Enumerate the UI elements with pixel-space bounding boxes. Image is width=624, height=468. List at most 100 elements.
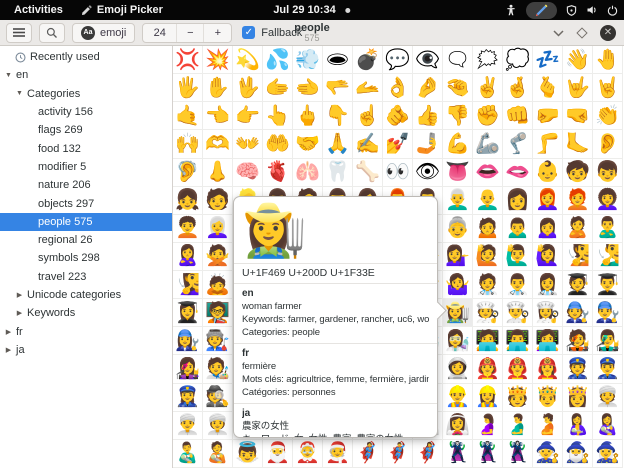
emoji-cell[interactable]: 👷‍♀️ (473, 384, 503, 412)
emoji-cell[interactable]: 👩‍🎤 (173, 355, 203, 383)
emoji-cell[interactable]: 🤝 (293, 130, 323, 158)
emoji-cell[interactable]: 🤴 (533, 384, 563, 412)
emoji-cell[interactable]: 🫴 (353, 74, 383, 102)
emoji-cell[interactable]: 🫲 (293, 74, 323, 102)
sidebar-item-categories[interactable]: ▼Categories (0, 85, 172, 103)
emoji-cell[interactable]: 👮 (563, 355, 593, 383)
emoji-cell[interactable]: 🧒 (563, 159, 593, 187)
emoji-cell[interactable]: 🧑‍🔧 (563, 299, 593, 327)
emoji-cell[interactable]: 👨‍⚕️ (503, 271, 533, 299)
sidebar-item-fr[interactable]: ▶fr (0, 322, 172, 340)
emoji-cell[interactable]: 👉 (233, 102, 263, 130)
emoji-cell[interactable]: 👨‍🚒 (503, 355, 533, 383)
emoji-cell[interactable]: 👂 (593, 130, 623, 158)
emoji-cell[interactable]: 👸 (563, 384, 593, 412)
emoji-cell[interactable]: 👆 (263, 102, 293, 130)
chevron-down-icon[interactable] (553, 30, 564, 37)
emoji-cell[interactable]: 🤌 (413, 74, 443, 102)
emoji-cell[interactable]: 👮‍♀️ (173, 384, 203, 412)
emoji-cell[interactable]: 💦 (263, 46, 293, 74)
emoji-cell[interactable]: 🤛 (533, 102, 563, 130)
emoji-cell[interactable]: 👈 (203, 102, 233, 130)
emoji-cell[interactable]: 🧠 (233, 159, 263, 187)
emoji-cell[interactable]: 👩‍🎓 (173, 299, 203, 327)
emoji-cell[interactable]: 🤟 (563, 74, 593, 102)
emoji-cell[interactable]: 🕳 (323, 46, 353, 74)
emoji-cell[interactable]: 👶 (533, 159, 563, 187)
emoji-cell[interactable]: 🙋 (473, 243, 503, 271)
emoji-cell[interactable]: 🦷 (323, 159, 353, 187)
emoji-cell[interactable]: 🤘 (593, 74, 623, 102)
emoji-cell[interactable]: 👎 (443, 102, 473, 130)
emoji-cell[interactable]: 🫅 (503, 384, 533, 412)
menu-button[interactable] (6, 23, 32, 43)
emoji-cell[interactable]: 👃 (203, 159, 233, 187)
emoji-cell[interactable]: 💣 (353, 46, 383, 74)
emoji-cell[interactable]: 🧑‍🍳 (473, 299, 503, 327)
emoji-cell[interactable]: 🖐 (173, 74, 203, 102)
emoji-cell[interactable]: 💫 (233, 46, 263, 74)
emoji-cell[interactable]: 👩‍🚀 (443, 355, 473, 383)
sidebar-item-objects-297[interactable]: objects 297 (0, 194, 172, 212)
emoji-cell[interactable]: 🧑‍🏭 (203, 327, 233, 355)
emoji-cell[interactable]: 👦 (593, 159, 623, 187)
emoji-cell[interactable]: 🙎‍♂️ (593, 215, 623, 243)
emoji-cell[interactable]: 🤰 (473, 412, 503, 440)
emoji-cell[interactable]: 🦵 (533, 130, 563, 158)
emoji-cell[interactable]: 🫁 (293, 159, 323, 187)
emoji-cell[interactable]: 🧏‍♀️ (173, 271, 203, 299)
emoji-cell[interactable]: 🧏 (563, 243, 593, 271)
emoji-cell[interactable]: 👳‍♀️ (203, 412, 233, 440)
emoji-cell[interactable]: 🙎‍♀️ (173, 243, 203, 271)
emoji-cell[interactable]: 👋 (563, 46, 593, 74)
checkbox-checked-icon[interactable]: ✓ (242, 26, 255, 39)
emoji-cell[interactable]: 💢 (173, 46, 203, 74)
emoji-cell[interactable]: 🫶 (203, 130, 233, 158)
emoji-cell[interactable]: 🧙 (533, 440, 563, 468)
emoji-cell[interactable]: 👩‍🔧 (173, 327, 203, 355)
emoji-cell[interactable]: 👩‍🌾 (443, 299, 473, 327)
emoji-cell[interactable]: 👁 (413, 159, 443, 187)
emoji-cell[interactable]: 🤲 (263, 130, 293, 158)
emoji-cell[interactable]: 🙅 (203, 243, 233, 271)
emoji-cell[interactable]: 👳 (593, 384, 623, 412)
emoji-cell[interactable]: 👨‍🔧 (593, 299, 623, 327)
emoji-cell[interactable]: 👩‍🍼 (593, 412, 623, 440)
emoji-cell[interactable]: 🤶 (293, 440, 323, 468)
emoji-cell[interactable]: 🦸 (353, 440, 383, 468)
emoji-cell[interactable]: 💪 (443, 130, 473, 158)
emoji-cell[interactable]: 🦹 (443, 440, 473, 468)
decrease-size-button[interactable]: − (177, 24, 204, 42)
emoji-cell[interactable]: 👐 (233, 130, 263, 158)
emoji-cell[interactable]: 🫃 (503, 412, 533, 440)
emoji-cell[interactable]: 🦾 (473, 130, 503, 158)
emoji-cell[interactable]: 💤 (533, 46, 563, 74)
emoji-cell[interactable]: 👄 (473, 159, 503, 187)
emoji-cell[interactable]: 👀 (383, 159, 413, 187)
emoji-cell[interactable]: 🙋‍♀️ (533, 243, 563, 271)
emoji-cell[interactable]: 🦴 (353, 159, 383, 187)
emoji-cell[interactable]: 🧏‍♂️ (593, 243, 623, 271)
emoji-cell[interactable]: 🙏 (323, 130, 353, 158)
emoji-cell[interactable]: 🗯 (473, 46, 503, 74)
emoji-cell[interactable]: 💬 (383, 46, 413, 74)
sidebar-item-food-132[interactable]: food 132 (0, 139, 172, 157)
volume-icon[interactable] (586, 4, 598, 16)
emoji-cell[interactable]: 🦹‍♀️ (503, 440, 533, 468)
emoji-cell[interactable]: 🧑‍🎤 (563, 327, 593, 355)
expander-right-icon[interactable]: ▶ (15, 309, 24, 317)
emoji-cell[interactable]: 🙋‍♂️ (503, 243, 533, 271)
sidebar-item-unicode-categories[interactable]: ▶Unicode categories (0, 286, 172, 304)
restore-window-icon[interactable] (576, 27, 587, 38)
sidebar-item-people-575[interactable]: people 575 (0, 213, 172, 231)
font-chooser-button[interactable]: Aa emoji (72, 23, 135, 43)
sidebar-item-nature-206[interactable]: nature 206 (0, 176, 172, 194)
sidebar-item-travel-223[interactable]: travel 223 (0, 268, 172, 286)
emoji-cell[interactable]: 🧑‍⚕️ (473, 271, 503, 299)
emoji-cell[interactable]: 🫦 (503, 159, 533, 187)
sidebar-item-modifier-5[interactable]: modifier 5 (0, 158, 172, 176)
emoji-cell[interactable]: 👩‍🦰 (533, 187, 563, 215)
emoji-cell[interactable]: 👍 (413, 102, 443, 130)
emoji-cell[interactable]: 🙌 (173, 130, 203, 158)
sidebar-item-flags-269[interactable]: flags 269 (0, 121, 172, 139)
